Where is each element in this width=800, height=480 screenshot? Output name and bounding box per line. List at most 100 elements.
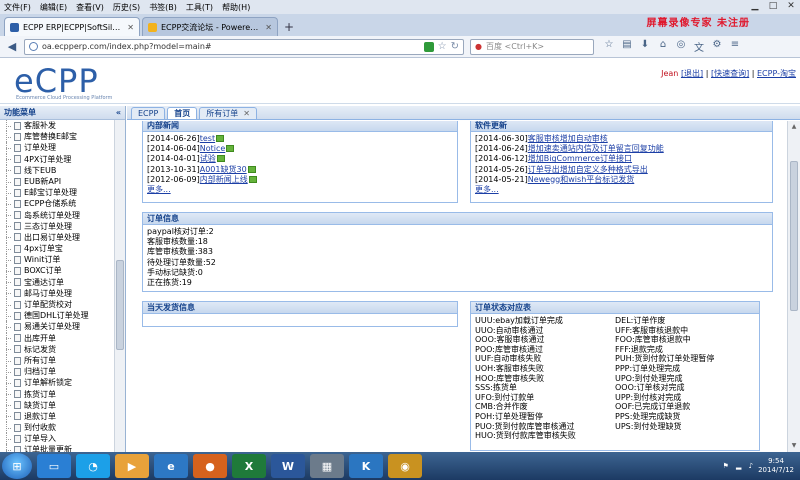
clipboard-icon[interactable]: ▤ [618, 39, 636, 54]
menu-view[interactable]: 查看(V) [76, 2, 104, 13]
scroll-down-icon[interactable]: ▼ [790, 442, 798, 450]
news-link[interactable]: 内部新闻上线 [200, 175, 248, 184]
media-app-icon[interactable]: ▶ [115, 454, 149, 478]
reload-icon[interactable]: ↻ [451, 41, 459, 52]
recorder-app-icon[interactable]: ◉ [388, 454, 422, 478]
tab-close-icon[interactable]: ✕ [243, 109, 250, 118]
tab-home[interactable]: 首页 [167, 107, 198, 119]
start-button[interactable]: ⊞ [2, 453, 32, 479]
sidebar-item[interactable]: Winit订单 [0, 254, 114, 266]
minimize-icon[interactable]: ▁ [746, 0, 764, 14]
menu-tools[interactable]: 工具(T) [186, 2, 213, 13]
folder-app-icon[interactable]: ▦ [310, 454, 344, 478]
address-bar[interactable]: oa.ecpperp.com/index.php?model=main# ☆ ↻ [24, 38, 464, 55]
sidebar-item[interactable]: 拣货订单 [0, 388, 114, 400]
menu-help[interactable]: 帮助(H) [222, 2, 250, 13]
clock[interactable]: 9:54 2014/7/12 [758, 457, 794, 475]
news-link[interactable]: 试验 [200, 154, 216, 163]
sidebar-item[interactable]: 库管替换E邮宝 [0, 131, 114, 143]
sidebar-item[interactable]: 4px订单宝 [0, 243, 114, 255]
sidebar-item[interactable]: 所有订单 [0, 354, 114, 367]
updates-link[interactable]: 订单导出增加自定义多种格式导出 [528, 165, 648, 174]
sidebar-item[interactable]: 邮马订单处理 [0, 287, 114, 299]
menu-edit[interactable]: 编辑(E) [40, 2, 67, 13]
sidebar-item[interactable]: 线下EUB [0, 164, 114, 176]
download-icon[interactable]: ⬇ [636, 39, 654, 54]
news-more-link[interactable]: 更多... [147, 185, 453, 195]
tab-close-icon[interactable]: ✕ [127, 23, 134, 32]
news-link[interactable]: A001缺货30 [200, 165, 247, 174]
k-app-icon[interactable]: K [349, 454, 383, 478]
sidebar-item[interactable]: 4PX订单处理 [0, 153, 114, 165]
search-input[interactable]: ● 百度 <Ctrl+K> [470, 38, 594, 55]
content-scrollbar[interactable]: ▲ ▼ [787, 121, 800, 452]
tab-close-icon[interactable]: ✕ [265, 23, 272, 32]
content-scroll-thumb[interactable] [790, 161, 798, 311]
news-link[interactable]: test [200, 134, 215, 143]
updates-more-link[interactable]: 更多... [475, 185, 768, 195]
updates-link[interactable]: 增加速卖通站内信及订单留言回复功能 [528, 144, 664, 153]
sidebar-item[interactable]: 订单处理 [0, 142, 114, 154]
flag-icon[interactable]: ⚑ [722, 462, 728, 470]
sidebar-item[interactable]: EUB新API [0, 175, 114, 188]
sidebar-scrollbar[interactable] [114, 120, 125, 452]
sidebar-item[interactable]: 退款订单 [0, 410, 114, 423]
quick-query-link[interactable]: [快速查询] [711, 69, 749, 78]
sidebar-item[interactable]: 订单配货校对 [0, 299, 114, 311]
sidebar-item[interactable]: 三态订单处理 [0, 220, 114, 232]
ie-app-icon[interactable]: e [154, 454, 188, 478]
star-icon[interactable]: ☆ [600, 39, 618, 54]
scroll-up-icon[interactable]: ▲ [790, 123, 798, 131]
sidebar-item[interactable]: E邮宝订单处理 [0, 187, 114, 199]
updates-link[interactable]: 客服审核增加自动审核 [528, 134, 608, 143]
tab-all-orders[interactable]: 所有订单 ✕ [199, 107, 257, 119]
network-icon[interactable]: ▂ [736, 462, 741, 470]
updates-link[interactable]: Newegg和wish平台标记发货 [528, 175, 635, 184]
sidebar-item[interactable]: 出库开单 [0, 332, 114, 344]
sidebar-item[interactable]: 到付收款 [0, 422, 114, 434]
maximize-icon[interactable]: □ [764, 0, 782, 14]
menu-bookmarks[interactable]: 书签(B) [149, 2, 177, 13]
sidebar-item[interactable]: 标记发货 [0, 343, 114, 355]
sidebar-item[interactable]: 德国DHL订单处理 [0, 310, 114, 322]
menu-icon[interactable]: ≡ [726, 39, 744, 54]
close-icon[interactable]: ✕ [782, 0, 800, 14]
settings-icon[interactable]: ⚙ [708, 39, 726, 54]
sidebar-item[interactable]: 归档订单 [0, 366, 114, 378]
sidebar-scroll-thumb[interactable] [116, 260, 124, 350]
menu-file[interactable]: 文件(F) [4, 2, 31, 13]
sidebar-item[interactable]: 订单批量更新 [0, 444, 114, 452]
firefox-app-icon[interactable]: ● [193, 454, 227, 478]
new-tab-button[interactable]: + [280, 19, 298, 36]
addon-icon[interactable]: ◎ [672, 39, 690, 54]
sidebar-item[interactable]: 易通关订单处理 [0, 321, 114, 333]
volume-icon[interactable]: ♪ [749, 462, 753, 470]
bookmark-star-icon[interactable]: ☆ [438, 41, 447, 52]
sidebar-item[interactable]: 岛系统订单处理 [0, 209, 114, 221]
logout-link[interactable]: [退出] [681, 69, 703, 78]
explorer-app-icon[interactable]: ▭ [37, 454, 71, 478]
collapse-icon[interactable]: « [116, 108, 121, 117]
back-icon[interactable]: ◀ [4, 39, 20, 55]
sidebar-item[interactable]: 缺货订单 [0, 399, 114, 411]
sidebar-item[interactable]: BOXC订单 [0, 265, 114, 277]
updates-link[interactable]: 增加BigCommerce订单接口 [528, 154, 632, 163]
menu-history[interactable]: 历史(S) [113, 2, 140, 13]
word-app-icon[interactable]: W [271, 454, 305, 478]
translate-icon[interactable]: 文 [690, 39, 708, 54]
sidebar-item[interactable]: 出口易订单处理 [0, 231, 114, 244]
sidebar-item[interactable]: 宝通达订单 [0, 276, 114, 288]
security-icon[interactable] [423, 41, 434, 52]
site-link[interactable]: ECPP-淘宝 [757, 69, 796, 78]
address-url[interactable]: oa.ecpperp.com/index.php?model=main# [42, 42, 421, 51]
sidebar-item[interactable]: ECPP仓储系统 [0, 198, 114, 210]
sidebar-item[interactable]: 订单解析锁定 [0, 377, 114, 389]
browser-tab-ecpp[interactable]: ECPP ERP|ECPP|SoftSilkRoad... ✕ [4, 17, 140, 36]
tab-ecpp[interactable]: ECPP [131, 107, 166, 119]
home-icon[interactable]: ⌂ [654, 39, 672, 54]
sidebar-item[interactable]: 客服补发 [0, 120, 114, 132]
news-link[interactable]: Notice [200, 144, 226, 153]
sidebar-item[interactable]: 订单导入 [0, 433, 114, 445]
excel-app-icon[interactable]: X [232, 454, 266, 478]
chat-app-icon[interactable]: ◔ [76, 454, 110, 478]
